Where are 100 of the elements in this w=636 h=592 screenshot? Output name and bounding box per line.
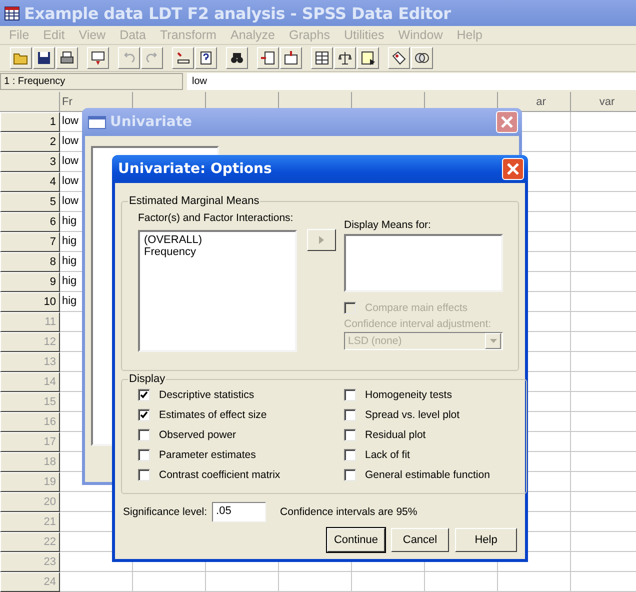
checkbox-label: Lack of fit — [365, 449, 410, 461]
scale-icon — [337, 50, 353, 66]
checkbox[interactable] — [344, 429, 356, 441]
grid-icon — [314, 50, 330, 66]
row-number[interactable]: 4 — [0, 172, 60, 192]
printer-icon — [59, 50, 75, 66]
checkbox[interactable] — [344, 449, 356, 461]
row-number[interactable]: 9 — [0, 272, 60, 292]
row-number[interactable]: 7 — [0, 232, 60, 252]
checkmark-icon — [140, 391, 148, 399]
list-item[interactable]: Frequency — [144, 246, 291, 258]
field-label: Significance level: — [123, 506, 208, 518]
list-label: Display Means for: — [344, 219, 432, 231]
dialog-button[interactable]: Help — [455, 528, 517, 552]
row-number[interactable]: 6 — [0, 212, 60, 232]
menu-item[interactable]: Transform — [152, 28, 224, 42]
toolbar-button[interactable] — [257, 46, 279, 69]
row-number[interactable]: 5 — [0, 192, 60, 212]
row-number[interactable]: 1 — [0, 112, 60, 132]
row-number[interactable]: 18 — [0, 452, 60, 472]
insert-row-icon — [260, 50, 276, 66]
menu-item[interactable]: Data — [112, 28, 153, 42]
checkbox-label: Residual plot — [365, 429, 426, 441]
checkbox-label: Contrast coefficient matrix — [159, 469, 280, 481]
toolbar-button[interactable] — [411, 46, 433, 69]
column-header[interactable]: var — [571, 92, 636, 112]
tag-icon — [391, 50, 407, 66]
row-number[interactable]: 14 — [0, 372, 60, 392]
checkbox[interactable] — [138, 409, 150, 421]
toolbar-button[interactable] — [334, 46, 356, 69]
checkbox[interactable] — [138, 389, 150, 401]
close-button[interactable] — [496, 111, 518, 133]
row-number[interactable]: 8 — [0, 252, 60, 272]
row-number[interactable]: 11 — [0, 312, 60, 332]
checkbox[interactable] — [344, 389, 356, 401]
checkbox-label: Homogeneity tests — [365, 389, 452, 401]
toolbar-button[interactable] — [33, 46, 55, 69]
row-number[interactable]: 16 — [0, 412, 60, 432]
menu-item[interactable]: Edit — [36, 28, 72, 42]
toolbar-button[interactable] — [87, 46, 109, 69]
row-number[interactable]: 13 — [0, 352, 60, 372]
goto-icon — [175, 50, 191, 66]
row-number[interactable]: 15 — [0, 392, 60, 412]
close-icon — [500, 115, 514, 129]
column-header[interactable]: ar — [498, 92, 571, 112]
toolbar-button[interactable] — [388, 46, 410, 69]
list-item[interactable]: (OVERALL) — [144, 234, 291, 246]
dialog-button[interactable]: Cancel — [391, 528, 449, 552]
dialog-button[interactable]: Continue — [327, 528, 385, 552]
row-number[interactable]: 23 — [0, 552, 60, 572]
row-number[interactable]: 21 — [0, 512, 60, 532]
checkmark-icon — [140, 411, 148, 419]
insert-column-icon — [283, 50, 299, 66]
menu-item[interactable]: Window — [391, 28, 450, 42]
toolbar-button[interactable] — [56, 46, 78, 69]
play-icon — [319, 236, 324, 244]
checkbox[interactable] — [138, 429, 150, 441]
toolbar-button[interactable] — [311, 46, 333, 69]
menu-item[interactable]: File — [2, 28, 36, 42]
menu-item[interactable]: Utilities — [336, 28, 392, 42]
menu-item[interactable]: Help — [450, 28, 490, 42]
significance-field[interactable]: .05 — [212, 502, 266, 522]
toolbar-button[interactable] — [280, 46, 302, 69]
row-number[interactable]: 24 — [0, 572, 60, 592]
menu-item[interactable]: Analyze — [223, 28, 282, 42]
row-number[interactable]: 12 — [0, 332, 60, 352]
checkbox[interactable] — [344, 469, 356, 481]
checkbox-label: Parameter estimates — [159, 449, 256, 461]
dropdown-label: Confidence interval adjustment: — [344, 318, 492, 330]
close-icon — [506, 162, 520, 176]
toolbar-button[interactable] — [226, 46, 248, 69]
cell-reference: 1 : Frequency — [0, 73, 183, 90]
toolbar-button[interactable] — [357, 46, 379, 69]
row-number[interactable]: 20 — [0, 492, 60, 512]
means-list[interactable] — [344, 234, 503, 292]
row-number[interactable]: 17 — [0, 432, 60, 452]
row-number[interactable]: 3 — [0, 152, 60, 172]
checkbox-label: Descriptive statistics — [159, 389, 254, 401]
toolbar-button[interactable] — [195, 46, 217, 69]
monitor-icon — [90, 50, 106, 66]
checkbox-label: General estimable function — [365, 469, 490, 481]
menu-item[interactable]: View — [72, 28, 113, 42]
confidence-note: Confidence intervals are 95% — [280, 506, 418, 518]
group-title: Display — [128, 373, 166, 385]
toolbar-button[interactable] — [172, 46, 194, 69]
cell-value-field[interactable]: low — [187, 73, 636, 90]
factor-list[interactable]: (OVERALL) Frequency — [138, 230, 297, 352]
close-button[interactable] — [502, 158, 524, 180]
menu-item[interactable]: Graphs — [282, 28, 337, 42]
checkbox-label: Spread vs. level plot — [365, 409, 460, 421]
checkbox[interactable] — [138, 449, 150, 461]
checkbox-label: Compare main effects — [365, 302, 468, 314]
checkbox[interactable] — [344, 409, 356, 421]
row-number[interactable]: 22 — [0, 532, 60, 552]
row-number[interactable]: 2 — [0, 132, 60, 152]
list-label: Factor(s) and Factor Interactions: — [138, 212, 294, 224]
checkbox[interactable] — [138, 469, 150, 481]
row-number[interactable]: 19 — [0, 472, 60, 492]
row-number[interactable]: 10 — [0, 292, 60, 312]
checkbox-label: Estimates of effect size — [159, 409, 267, 421]
